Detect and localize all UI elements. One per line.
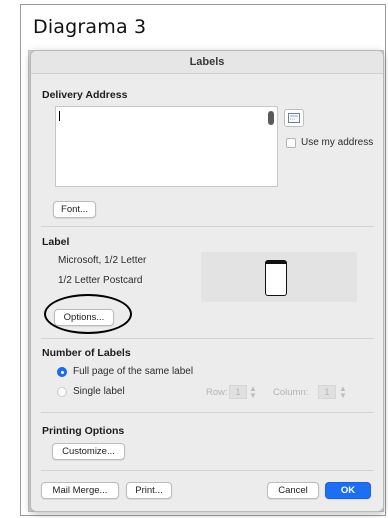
delivery-address-field[interactable] xyxy=(55,106,278,187)
full-page-radio[interactable] xyxy=(57,367,67,377)
delivery-address-heading: Delivery Address xyxy=(42,89,128,101)
address-book-button[interactable] xyxy=(284,109,304,127)
row-field[interactable]: 1 xyxy=(229,385,247,399)
labels-dialog: Labels Delivery Address Use my address F… xyxy=(30,50,384,512)
column-field[interactable]: 1 xyxy=(318,385,336,399)
section-divider xyxy=(41,226,374,227)
ok-button[interactable]: OK xyxy=(325,482,371,499)
dialog-title: Labels xyxy=(31,51,383,74)
annotation-circle xyxy=(44,294,132,334)
label-heading: Label xyxy=(42,236,70,248)
use-my-address-checkbox[interactable] xyxy=(286,138,296,148)
section-divider xyxy=(41,338,374,339)
phone-postcard-icon xyxy=(265,260,287,296)
section-divider xyxy=(41,412,374,413)
text-caret xyxy=(59,111,60,121)
label-vendor: Microsoft, 1/2 Letter xyxy=(58,255,147,266)
printing-options-heading: Printing Options xyxy=(42,425,125,437)
address-book-icon xyxy=(288,113,300,123)
up-down-stepper-icon[interactable]: ▲ ▼ xyxy=(249,385,257,400)
single-label-label: Single label xyxy=(73,386,125,397)
figure-caption: Diagrama 3 xyxy=(33,16,147,38)
customize-button[interactable]: Customize... xyxy=(52,443,125,460)
single-label-radio[interactable] xyxy=(57,387,67,397)
up-down-stepper-icon[interactable]: ▲ ▼ xyxy=(339,385,347,400)
use-my-address-label: Use my address xyxy=(301,137,374,148)
section-divider xyxy=(41,470,374,471)
number-of-labels-heading: Number of Labels xyxy=(42,347,131,359)
row-label: Row: xyxy=(206,387,228,398)
font-button[interactable]: Font... xyxy=(53,201,96,218)
label-product: 1/2 Letter Postcard xyxy=(58,275,143,286)
scrollbar-thumb[interactable] xyxy=(268,111,274,125)
full-page-label: Full page of the same label xyxy=(73,366,194,377)
mail-merge-button[interactable]: Mail Merge... xyxy=(41,482,119,499)
print-button[interactable]: Print... xyxy=(126,482,172,499)
cancel-button[interactable]: Cancel xyxy=(267,482,319,499)
column-label: Column: xyxy=(273,387,309,398)
